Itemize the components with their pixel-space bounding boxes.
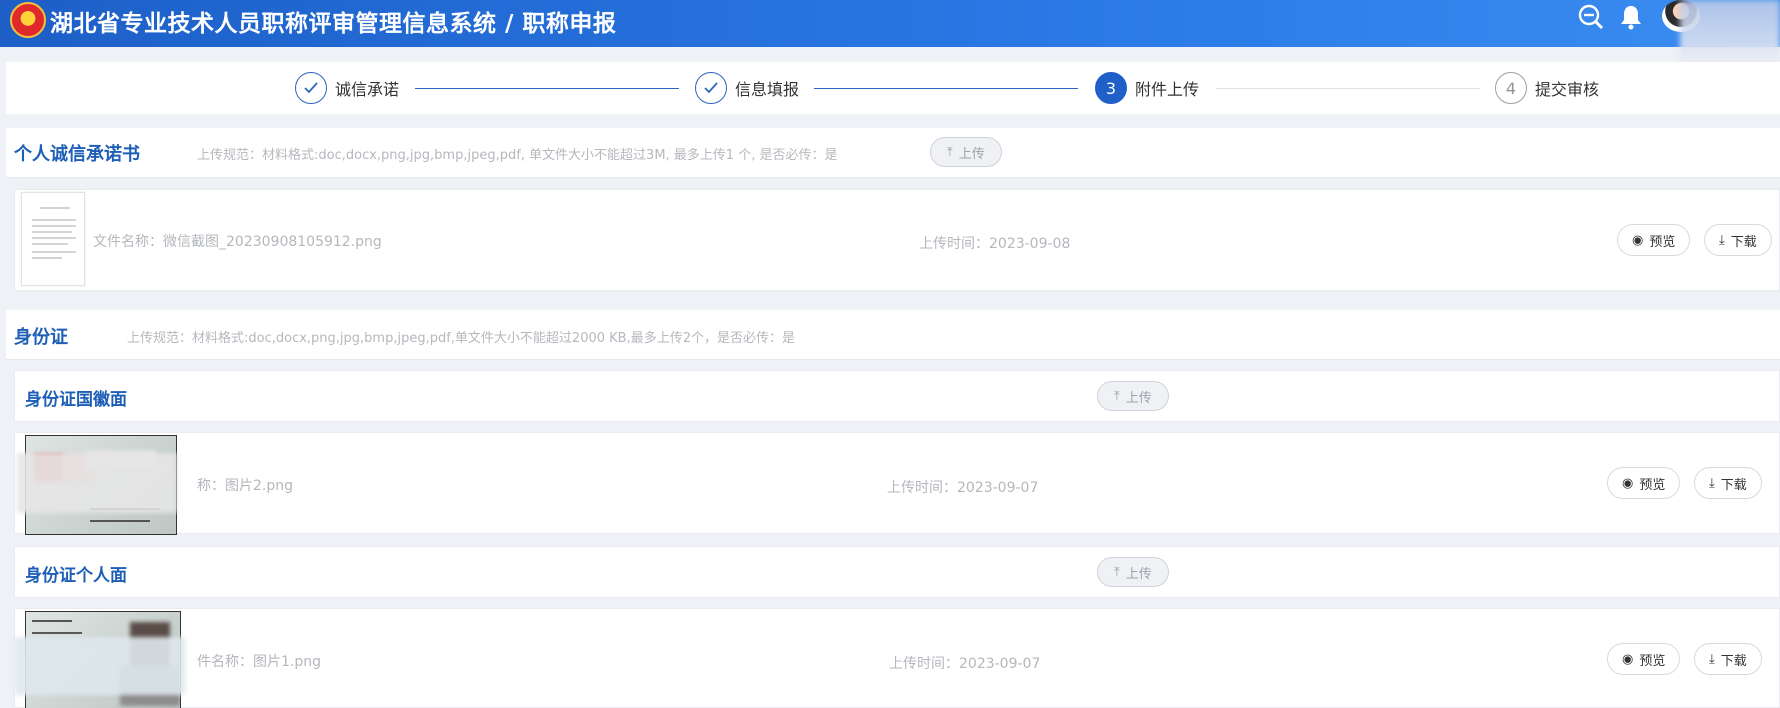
- section-title: 个人诚信承诺书: [14, 144, 140, 165]
- subsection-title: 身份证个人面: [25, 566, 127, 586]
- step-connector: [415, 88, 679, 89]
- step-label: 信息填报: [735, 80, 800, 99]
- eye-icon: ◉: [1632, 232, 1644, 248]
- upload-icon: ⤒: [947, 144, 953, 160]
- check-icon: [695, 72, 727, 104]
- upload-rule: 上传规范：材料格式:doc,docx,png,jpg,bmp,jpeg,pdf,…: [127, 331, 795, 346]
- download-button[interactable]: ⤓ 下载: [1694, 643, 1762, 675]
- upload-icon: ⤒: [1114, 388, 1120, 404]
- step-number: 4: [1495, 72, 1527, 104]
- download-icon: ⤓: [1719, 232, 1725, 248]
- upload-time: 上传时间：2023-09-07: [889, 656, 1041, 672]
- download-icon: ⤓: [1709, 651, 1715, 667]
- step-connector: [814, 88, 1078, 89]
- subsection-idcard-back: 身份证个人面 ⤒ 上传: [14, 546, 1780, 598]
- section-integrity-header: 个人诚信承诺书 上传规范：材料格式:doc,docx,png,jpg,bmp,j…: [6, 128, 1780, 178]
- file-name: 称：图片2.png: [197, 478, 294, 494]
- progress-steps: 诚信承诺 信息填报 3 附件上传 4 提交审核: [6, 62, 1780, 114]
- file-row: 件名称：图片1.png 上传时间：2023-09-07 ◉ 预览 ⤓ 下载: [14, 608, 1780, 708]
- file-row: 称：图片2.png 上传时间：2023-09-07 ◉ 预览 ⤓ 下载: [14, 432, 1780, 535]
- download-button[interactable]: ⤓ 下载: [1694, 467, 1762, 499]
- zoom-out-icon[interactable]: [1576, 3, 1606, 33]
- file-name: 件名称：图片1.png: [197, 654, 322, 670]
- preview-button[interactable]: ◉ 预览: [1607, 643, 1681, 675]
- upload-time: 上传时间：2023-09-07: [887, 480, 1039, 496]
- section-title: 身份证: [14, 327, 68, 348]
- app-title: 湖北省专业技术人员职称评审管理信息系统 / 职称申报: [50, 11, 617, 37]
- subsection-title: 身份证国徽面: [25, 390, 127, 410]
- step-integrity[interactable]: 诚信承诺: [295, 72, 399, 104]
- upload-button[interactable]: ⤒ 上传: [1097, 381, 1169, 411]
- step-attachments[interactable]: 3 附件上传: [1095, 72, 1199, 104]
- file-row: 文件名称：微信截图_20230908105912.png 上传时间：2023-0…: [14, 189, 1780, 291]
- file-thumbnail[interactable]: [21, 192, 85, 286]
- step-submit[interactable]: 4 提交审核: [1495, 72, 1599, 104]
- download-icon: ⤓: [1709, 475, 1715, 491]
- step-connector: [1216, 88, 1480, 89]
- step-info[interactable]: 信息填报: [695, 72, 799, 104]
- step-number: 3: [1095, 72, 1127, 104]
- step-label: 诚信承诺: [335, 80, 400, 99]
- upload-button[interactable]: ⤒ 上传: [1097, 557, 1169, 587]
- preview-button[interactable]: ◉ 预览: [1607, 467, 1681, 499]
- eye-icon: ◉: [1622, 475, 1634, 491]
- check-icon: [295, 72, 327, 104]
- bell-icon[interactable]: [1616, 3, 1646, 33]
- section-idcard-header: 身份证 上传规范：材料格式:doc,docx,png,jpg,bmp,jpeg,…: [6, 310, 1780, 360]
- upload-rule: 上传规范：材料格式:doc,docx,png,jpg,bmp,jpeg,pdf,…: [197, 148, 838, 163]
- top-header: 湖北省专业技术人员职称评审管理信息系统 / 职称申报: [0, 0, 1780, 47]
- download-button[interactable]: ⤓ 下载: [1704, 224, 1772, 256]
- file-name: 文件名称：微信截图_20230908105912.png: [93, 234, 382, 250]
- upload-icon: ⤒: [1114, 564, 1120, 580]
- upload-time: 上传时间：2023-09-08: [919, 236, 1071, 252]
- upload-button[interactable]: ⤒ 上传: [930, 137, 1002, 167]
- step-label: 附件上传: [1135, 80, 1200, 99]
- subsection-idcard-front: 身份证国徽面 ⤒ 上传: [14, 370, 1780, 422]
- preview-button[interactable]: ◉ 预览: [1617, 224, 1691, 256]
- national-emblem-icon: [10, 2, 46, 38]
- eye-icon: ◉: [1622, 651, 1634, 667]
- step-label: 提交审核: [1535, 80, 1600, 99]
